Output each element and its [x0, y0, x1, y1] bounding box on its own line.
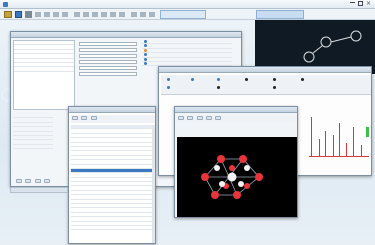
view-tool-button[interactable] [178, 116, 184, 120]
spectrum-peak [346, 143, 347, 157]
save-icon[interactable] [15, 11, 22, 18]
structure-viewer-titlebar[interactable] [175, 107, 297, 113]
tree-view[interactable] [13, 40, 75, 110]
toolbar-tool[interactable] [149, 12, 155, 17]
toolbar-tool[interactable] [62, 12, 68, 17]
spectrum-baseline [309, 156, 369, 157]
spectrum-peak [333, 135, 334, 157]
bottom-button-bar [15, 178, 75, 185]
status-indicator [366, 127, 369, 137]
toolbar-tool[interactable] [35, 12, 41, 17]
tree-item[interactable] [14, 67, 74, 72]
action-button[interactable] [34, 179, 41, 183]
option-radio[interactable] [167, 78, 170, 81]
option-radio[interactable] [273, 78, 276, 81]
spectrum-plot [309, 107, 369, 167]
spectrum-peak [339, 123, 340, 157]
main-titlebar: × [0, 0, 375, 9]
option-radio[interactable] [217, 78, 220, 81]
molecule-icon [201, 155, 263, 199]
option-radio[interactable] [191, 78, 194, 81]
table-scrollbar[interactable] [152, 125, 155, 243]
parameter-label [13, 145, 53, 150]
scissors-icon[interactable] [25, 11, 32, 18]
toolbar-tool[interactable] [131, 12, 137, 17]
action-button[interactable] [16, 179, 22, 183]
spectrum-peak [311, 117, 312, 157]
folder-icon[interactable] [4, 11, 12, 18]
toolbar-tool[interactable] [119, 12, 125, 17]
main-toolbar [0, 9, 375, 20]
option-radio[interactable] [301, 78, 304, 81]
view-tool-button[interactable] [215, 116, 222, 120]
toolbar-tool[interactable] [74, 12, 80, 17]
table-tool-button[interactable] [72, 116, 78, 120]
close-icon[interactable]: × [366, 0, 371, 7]
property-field[interactable] [79, 42, 137, 46]
toolbar-tool[interactable] [92, 12, 98, 17]
spectrum-peak [353, 127, 354, 157]
toolbar-tool[interactable] [83, 12, 89, 17]
data-table-window [68, 106, 156, 244]
toolbar-tool[interactable] [53, 12, 59, 17]
spectrum-peak [325, 131, 326, 157]
action-button[interactable] [43, 179, 50, 183]
action-button[interactable] [25, 179, 32, 183]
parameter-labels [13, 114, 53, 184]
toolbar-group-highlight[interactable] [160, 10, 206, 19]
status-bar [10, 187, 68, 193]
spectrum-options [161, 75, 371, 95]
maximize-icon[interactable] [358, 1, 363, 6]
project-manager-titlebar[interactable] [11, 32, 241, 38]
toolbar-tool[interactable] [110, 12, 116, 17]
toolbar-toggle[interactable] [256, 10, 304, 19]
data-table [71, 125, 155, 243]
toolbar-tool[interactable] [101, 12, 107, 17]
toolbar-tool[interactable] [140, 12, 146, 17]
data-table-titlebar[interactable] [69, 107, 155, 113]
table-row[interactable] [71, 226, 155, 231]
view-tool-button[interactable] [187, 116, 194, 120]
minimize-icon[interactable] [350, 2, 355, 3]
table-tool-button[interactable] [90, 116, 97, 120]
structure-viewer-window [174, 106, 298, 218]
structure-viewer-toolbar [177, 115, 297, 122]
property-field[interactable] [79, 48, 137, 52]
app-logo-icon [3, 2, 8, 7]
option-radio[interactable] [167, 86, 170, 89]
property-field[interactable] [79, 54, 137, 58]
property-panel [79, 40, 139, 98]
view-tool-button[interactable] [196, 116, 203, 120]
property-field[interactable] [79, 60, 137, 64]
option-radio[interactable] [217, 86, 220, 89]
property-field[interactable] [79, 66, 137, 70]
property-field[interactable] [79, 72, 137, 76]
option-radio[interactable] [245, 78, 248, 81]
crystal-canvas[interactable] [177, 137, 297, 217]
table-tool-button[interactable] [81, 116, 88, 120]
spectrum-titlebar[interactable] [159, 67, 371, 73]
toolbar-tool[interactable] [44, 12, 50, 17]
option-radio[interactable] [273, 86, 276, 89]
view-tool-button[interactable] [205, 116, 212, 120]
spectrum-peak [319, 139, 320, 157]
data-table-toolbar [71, 115, 155, 123]
